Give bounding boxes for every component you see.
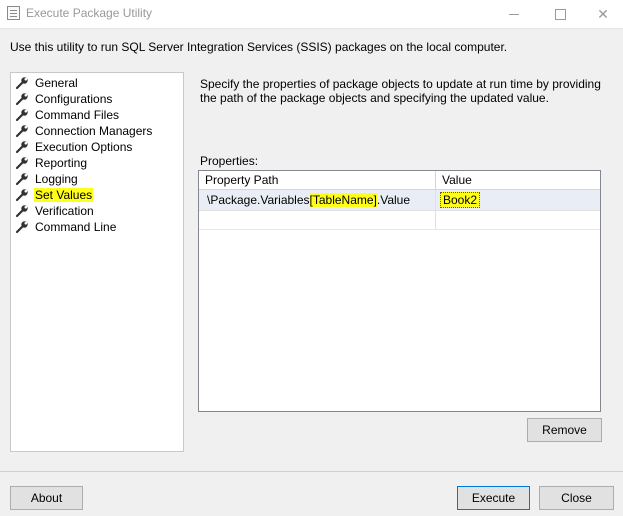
wrench-icon — [15, 125, 28, 138]
about-button[interactable]: About — [10, 486, 83, 510]
table-row[interactable]: \Package.Variables[TableName].Value Book… — [199, 190, 600, 211]
nav-item-set-values[interactable]: Set Values — [15, 187, 94, 203]
nav-item-general[interactable]: General — [15, 75, 79, 91]
nav-item-label: Verification — [35, 204, 94, 218]
nav-item-label: Reporting — [35, 156, 88, 170]
title-bar: Execute Package Utility ✕ — [0, 0, 623, 29]
nav-item-command-files[interactable]: Command Files — [15, 107, 120, 123]
wrench-icon — [15, 141, 28, 154]
wrench-icon — [15, 93, 28, 106]
minimize-button[interactable] — [491, 0, 537, 28]
minimize-icon — [509, 13, 519, 15]
path-prefix: \Package.Variables — [207, 193, 310, 207]
nav-panel: General Configurations Command Files Con… — [10, 72, 184, 452]
nav-item-label: General — [35, 76, 78, 90]
nav-item-label: Set Values — [34, 188, 94, 202]
path-suffix: .Value — [376, 193, 411, 207]
wrench-icon — [15, 205, 28, 218]
properties-grid[interactable]: Property Path Value \Package.Variables[T… — [198, 170, 601, 412]
path-highlight: [TableName] — [309, 193, 377, 207]
value-cell[interactable] — [436, 211, 600, 229]
nav-item-label: Command Line — [35, 220, 117, 234]
nav-item-label: Command Files — [35, 108, 120, 122]
maximize-icon — [554, 8, 566, 20]
nav-item-reporting[interactable]: Reporting — [15, 155, 88, 171]
property-path-cell[interactable]: \Package.Variables[TableName].Value — [199, 190, 436, 210]
close-icon: ✕ — [597, 5, 609, 22]
nav-item-logging[interactable]: Logging — [15, 171, 79, 187]
value-cell[interactable]: Book2 — [436, 190, 600, 210]
footer-divider — [0, 471, 623, 472]
set-values-description: Specify the properties of package object… — [200, 77, 601, 105]
utility-description: Use this utility to run SQL Server Integ… — [10, 40, 508, 54]
nav-item-execution-options[interactable]: Execution Options — [15, 139, 133, 155]
nav-item-command-line[interactable]: Command Line — [15, 219, 117, 235]
nav-item-configurations[interactable]: Configurations — [15, 91, 113, 107]
column-header-value[interactable]: Value — [436, 171, 600, 189]
window-title: Execute Package Utility — [26, 6, 153, 20]
nav-item-label: Configurations — [35, 92, 113, 106]
wrench-icon — [15, 77, 28, 90]
close-button[interactable]: Close — [539, 486, 614, 510]
maximize-button[interactable] — [537, 0, 583, 28]
nav-item-label: Execution Options — [35, 140, 133, 154]
wrench-icon — [15, 173, 28, 186]
properties-label: Properties: — [200, 154, 259, 168]
wrench-icon — [15, 189, 28, 202]
app-icon — [7, 6, 20, 20]
grid-header: Property Path Value — [199, 171, 600, 190]
wrench-icon — [15, 157, 28, 170]
new-row[interactable] — [199, 211, 600, 230]
value-text: Book2 — [440, 192, 481, 208]
nav-item-label: Connection Managers — [35, 124, 153, 138]
nav-item-verification[interactable]: Verification — [15, 203, 95, 219]
nav-item-connection-managers[interactable]: Connection Managers — [15, 123, 153, 139]
wrench-icon — [15, 109, 28, 122]
remove-button[interactable]: Remove — [527, 418, 602, 442]
close-window-button[interactable]: ✕ — [583, 0, 623, 28]
column-header-property-path[interactable]: Property Path — [199, 171, 436, 189]
execute-button[interactable]: Execute — [457, 486, 530, 510]
nav-item-label: Logging — [35, 172, 78, 186]
property-path-cell[interactable] — [199, 211, 436, 229]
wrench-icon — [15, 221, 28, 234]
